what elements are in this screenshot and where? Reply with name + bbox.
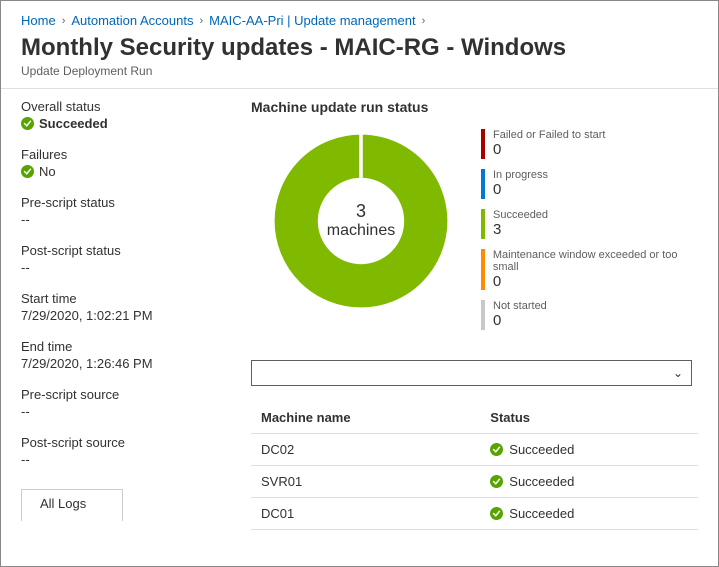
failures-value: No [39, 164, 56, 179]
legend-color-bar [481, 209, 485, 239]
end-time-value: 7/29/2020, 1:26:46 PM [21, 356, 251, 371]
start-time-value: 7/29/2020, 1:02:21 PM [21, 308, 251, 323]
chevron-right-icon: › [200, 15, 204, 27]
check-circle-icon [490, 443, 503, 456]
legend-value: 3 [493, 221, 548, 238]
breadcrumb-automation-accounts[interactable]: Automation Accounts [71, 13, 193, 28]
legend-value: 0 [493, 312, 547, 329]
breadcrumb-update-management[interactable]: MAIC-AA-Pri | Update management [209, 13, 415, 28]
machines-table: Machine name Status DC02 Succeeded SVR01 Su… [251, 402, 698, 530]
status-cell-value: Succeeded [509, 506, 574, 521]
page-subtitle: Update Deployment Run [21, 64, 698, 78]
start-time-label: Start time [21, 291, 251, 306]
legend-item: In progress0 [481, 169, 698, 199]
pre-script-source-field: Pre-script source -- [21, 387, 251, 419]
machine-name-cell: SVR01 [251, 466, 480, 498]
overall-status-label: Overall status [21, 99, 251, 114]
summary-panel: Overall status Succeeded Failures No [21, 99, 251, 530]
status-cell-value: Succeeded [509, 474, 574, 489]
end-time-field: End time 7/29/2020, 1:26:46 PM [21, 339, 251, 371]
table-row[interactable]: DC02 Succeeded [251, 434, 698, 466]
post-script-source-value: -- [21, 452, 251, 467]
donut-chart: 3 machines [271, 131, 451, 311]
legend-label: Succeeded [493, 209, 548, 221]
breadcrumb: Home › Automation Accounts › MAIC-AA-Pri… [21, 13, 698, 28]
legend-item: Succeeded3 [481, 209, 698, 239]
failures-field: Failures No [21, 147, 251, 179]
overall-status-value: Succeeded [39, 116, 108, 131]
pre-script-source-label: Pre-script source [21, 387, 251, 402]
failures-label: Failures [21, 147, 251, 162]
legend-label: In progress [493, 169, 548, 181]
col-status[interactable]: Status [480, 402, 698, 434]
legend-item: Maintenance window exceeded or too small… [481, 249, 698, 290]
page-title: Monthly Security updates - MAIC-RG - Win… [21, 34, 698, 62]
post-script-status-field: Post-script status -- [21, 243, 251, 275]
legend-label: Not started [493, 300, 547, 312]
chart-section-title: Machine update run status [251, 99, 698, 115]
chevron-right-icon: › [62, 15, 66, 27]
legend-item: Not started0 [481, 300, 698, 330]
legend-label: Failed or Failed to start [493, 129, 606, 141]
legend-value: 0 [493, 273, 698, 290]
legend-color-bar [481, 249, 485, 290]
post-script-source-label: Post-script source [21, 435, 251, 450]
start-time-field: Start time 7/29/2020, 1:02:21 PM [21, 291, 251, 323]
table-row[interactable]: DC01 Succeeded [251, 498, 698, 530]
status-cell-value: Succeeded [509, 442, 574, 457]
legend-value: 0 [493, 141, 606, 158]
tab-all-logs[interactable]: All Logs [21, 489, 123, 521]
legend-color-bar [481, 129, 485, 159]
chart-legend: Failed or Failed to start0In progress0Su… [481, 125, 698, 340]
chevron-down-icon: ⌄ [673, 366, 683, 380]
check-circle-icon [490, 475, 503, 488]
pre-script-status-field: Pre-script status -- [21, 195, 251, 227]
machine-name-cell: DC02 [251, 434, 480, 466]
post-script-status-label: Post-script status [21, 243, 251, 258]
post-script-source-field: Post-script source -- [21, 435, 251, 467]
check-circle-icon [21, 165, 34, 178]
legend-color-bar [481, 169, 485, 199]
check-circle-icon [21, 117, 34, 130]
overall-status-field: Overall status Succeeded [21, 99, 251, 131]
divider [1, 88, 718, 89]
pre-script-status-value: -- [21, 212, 251, 227]
end-time-label: End time [21, 339, 251, 354]
chevron-right-icon: › [422, 15, 426, 27]
machine-name-cell: DC01 [251, 498, 480, 530]
check-circle-icon [490, 507, 503, 520]
breadcrumb-home[interactable]: Home [21, 13, 56, 28]
legend-color-bar [481, 300, 485, 330]
donut-center-label: machines [327, 222, 395, 240]
legend-value: 0 [493, 181, 548, 198]
post-script-status-value: -- [21, 260, 251, 275]
pre-script-source-value: -- [21, 404, 251, 419]
table-row[interactable]: SVR01 Succeeded [251, 466, 698, 498]
pre-script-status-label: Pre-script status [21, 195, 251, 210]
filter-dropdown[interactable]: ⌄ [251, 360, 692, 386]
col-machine-name[interactable]: Machine name [251, 402, 480, 434]
legend-item: Failed or Failed to start0 [481, 129, 698, 159]
legend-label: Maintenance window exceeded or too small [493, 249, 698, 273]
donut-center-value: 3 [356, 202, 366, 222]
